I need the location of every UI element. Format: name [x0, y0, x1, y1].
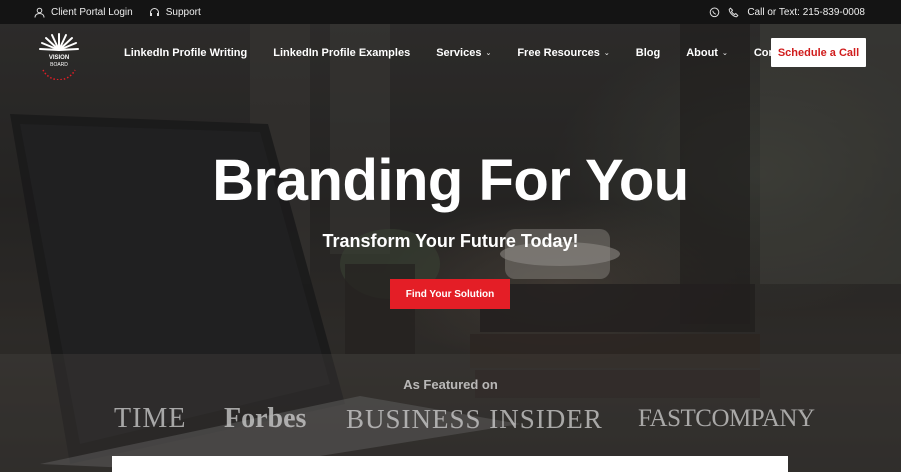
nav-item-label: LinkedIn Profile Writing [124, 47, 248, 59]
featured-on-label: As Featured on [403, 377, 498, 392]
top-utility-bar: Client Portal Login Support Call or Text… [0, 0, 901, 24]
phone-icon[interactable] [728, 7, 739, 18]
main-navigation: VISION BOARD LinkedIn Profile Writing Li… [0, 24, 901, 82]
schedule-call-button[interactable]: Schedule a Call [771, 38, 866, 67]
time-logo: TIME [114, 403, 187, 434]
hero-headline: Branding For You [212, 148, 689, 213]
nav-item-blog[interactable]: Blog [636, 47, 660, 59]
nav-item-label: Blog [635, 47, 661, 59]
user-icon [34, 7, 45, 18]
nav-item-linkedin-profile-examples[interactable]: LinkedIn Profile Examples [273, 47, 410, 59]
top-utility-right: Call or Text: 215-839-0008 [709, 0, 865, 24]
vision-board-logo[interactable]: VISION BOARD [33, 28, 85, 81]
hero-section: VISION BOARD LinkedIn Profile Writing Li… [0, 24, 901, 472]
press-logos: TIME Forbes BUSINESS INSIDER FASTCOMPANY [0, 402, 901, 436]
nav-item-label: Free Resources [517, 47, 600, 59]
whatsapp-icon[interactable] [709, 7, 720, 18]
nav-item-free-resources[interactable]: Free Resources ⌄ [517, 47, 609, 59]
nav-item-label: About [686, 47, 718, 59]
content-panel-top [112, 456, 788, 472]
nav-item-services[interactable]: Services ⌄ [436, 47, 491, 59]
chevron-down-icon: ⌄ [603, 50, 610, 57]
business-insider-logo: BUSINESS INSIDER [346, 404, 603, 434]
support-label: Support [165, 6, 201, 18]
chevron-down-icon: ⌄ [721, 50, 728, 57]
call-text-label[interactable]: Call or Text: 215-839-0008 [747, 7, 865, 18]
nav-item-label: LinkedIn Profile Examples [273, 47, 411, 59]
nav-item-about[interactable]: About ⌄ [686, 47, 728, 59]
logo-text-board: BOARD [50, 62, 68, 68]
chevron-down-icon: ⌄ [485, 50, 492, 57]
logo-text-vision: VISION [49, 55, 69, 61]
support-link[interactable]: Support [149, 7, 201, 18]
top-utility-left: Client Portal Login Support [34, 0, 201, 24]
forbes-logo: Forbes [224, 403, 307, 434]
fast-company-logo: FASTCOMPANY [638, 405, 815, 432]
client-portal-label: Client Portal Login [51, 6, 133, 18]
headset-icon [149, 7, 160, 18]
nav-menu: LinkedIn Profile Writing LinkedIn Profil… [124, 24, 821, 82]
nav-item-linkedin-profile-writing[interactable]: LinkedIn Profile Writing [124, 47, 247, 59]
nav-item-label: Services [436, 47, 482, 59]
client-portal-link[interactable]: Client Portal Login [34, 7, 133, 18]
find-solution-button[interactable]: Find Your Solution [390, 279, 510, 309]
hero-subheadline: Transform Your Future Today! [322, 231, 579, 251]
